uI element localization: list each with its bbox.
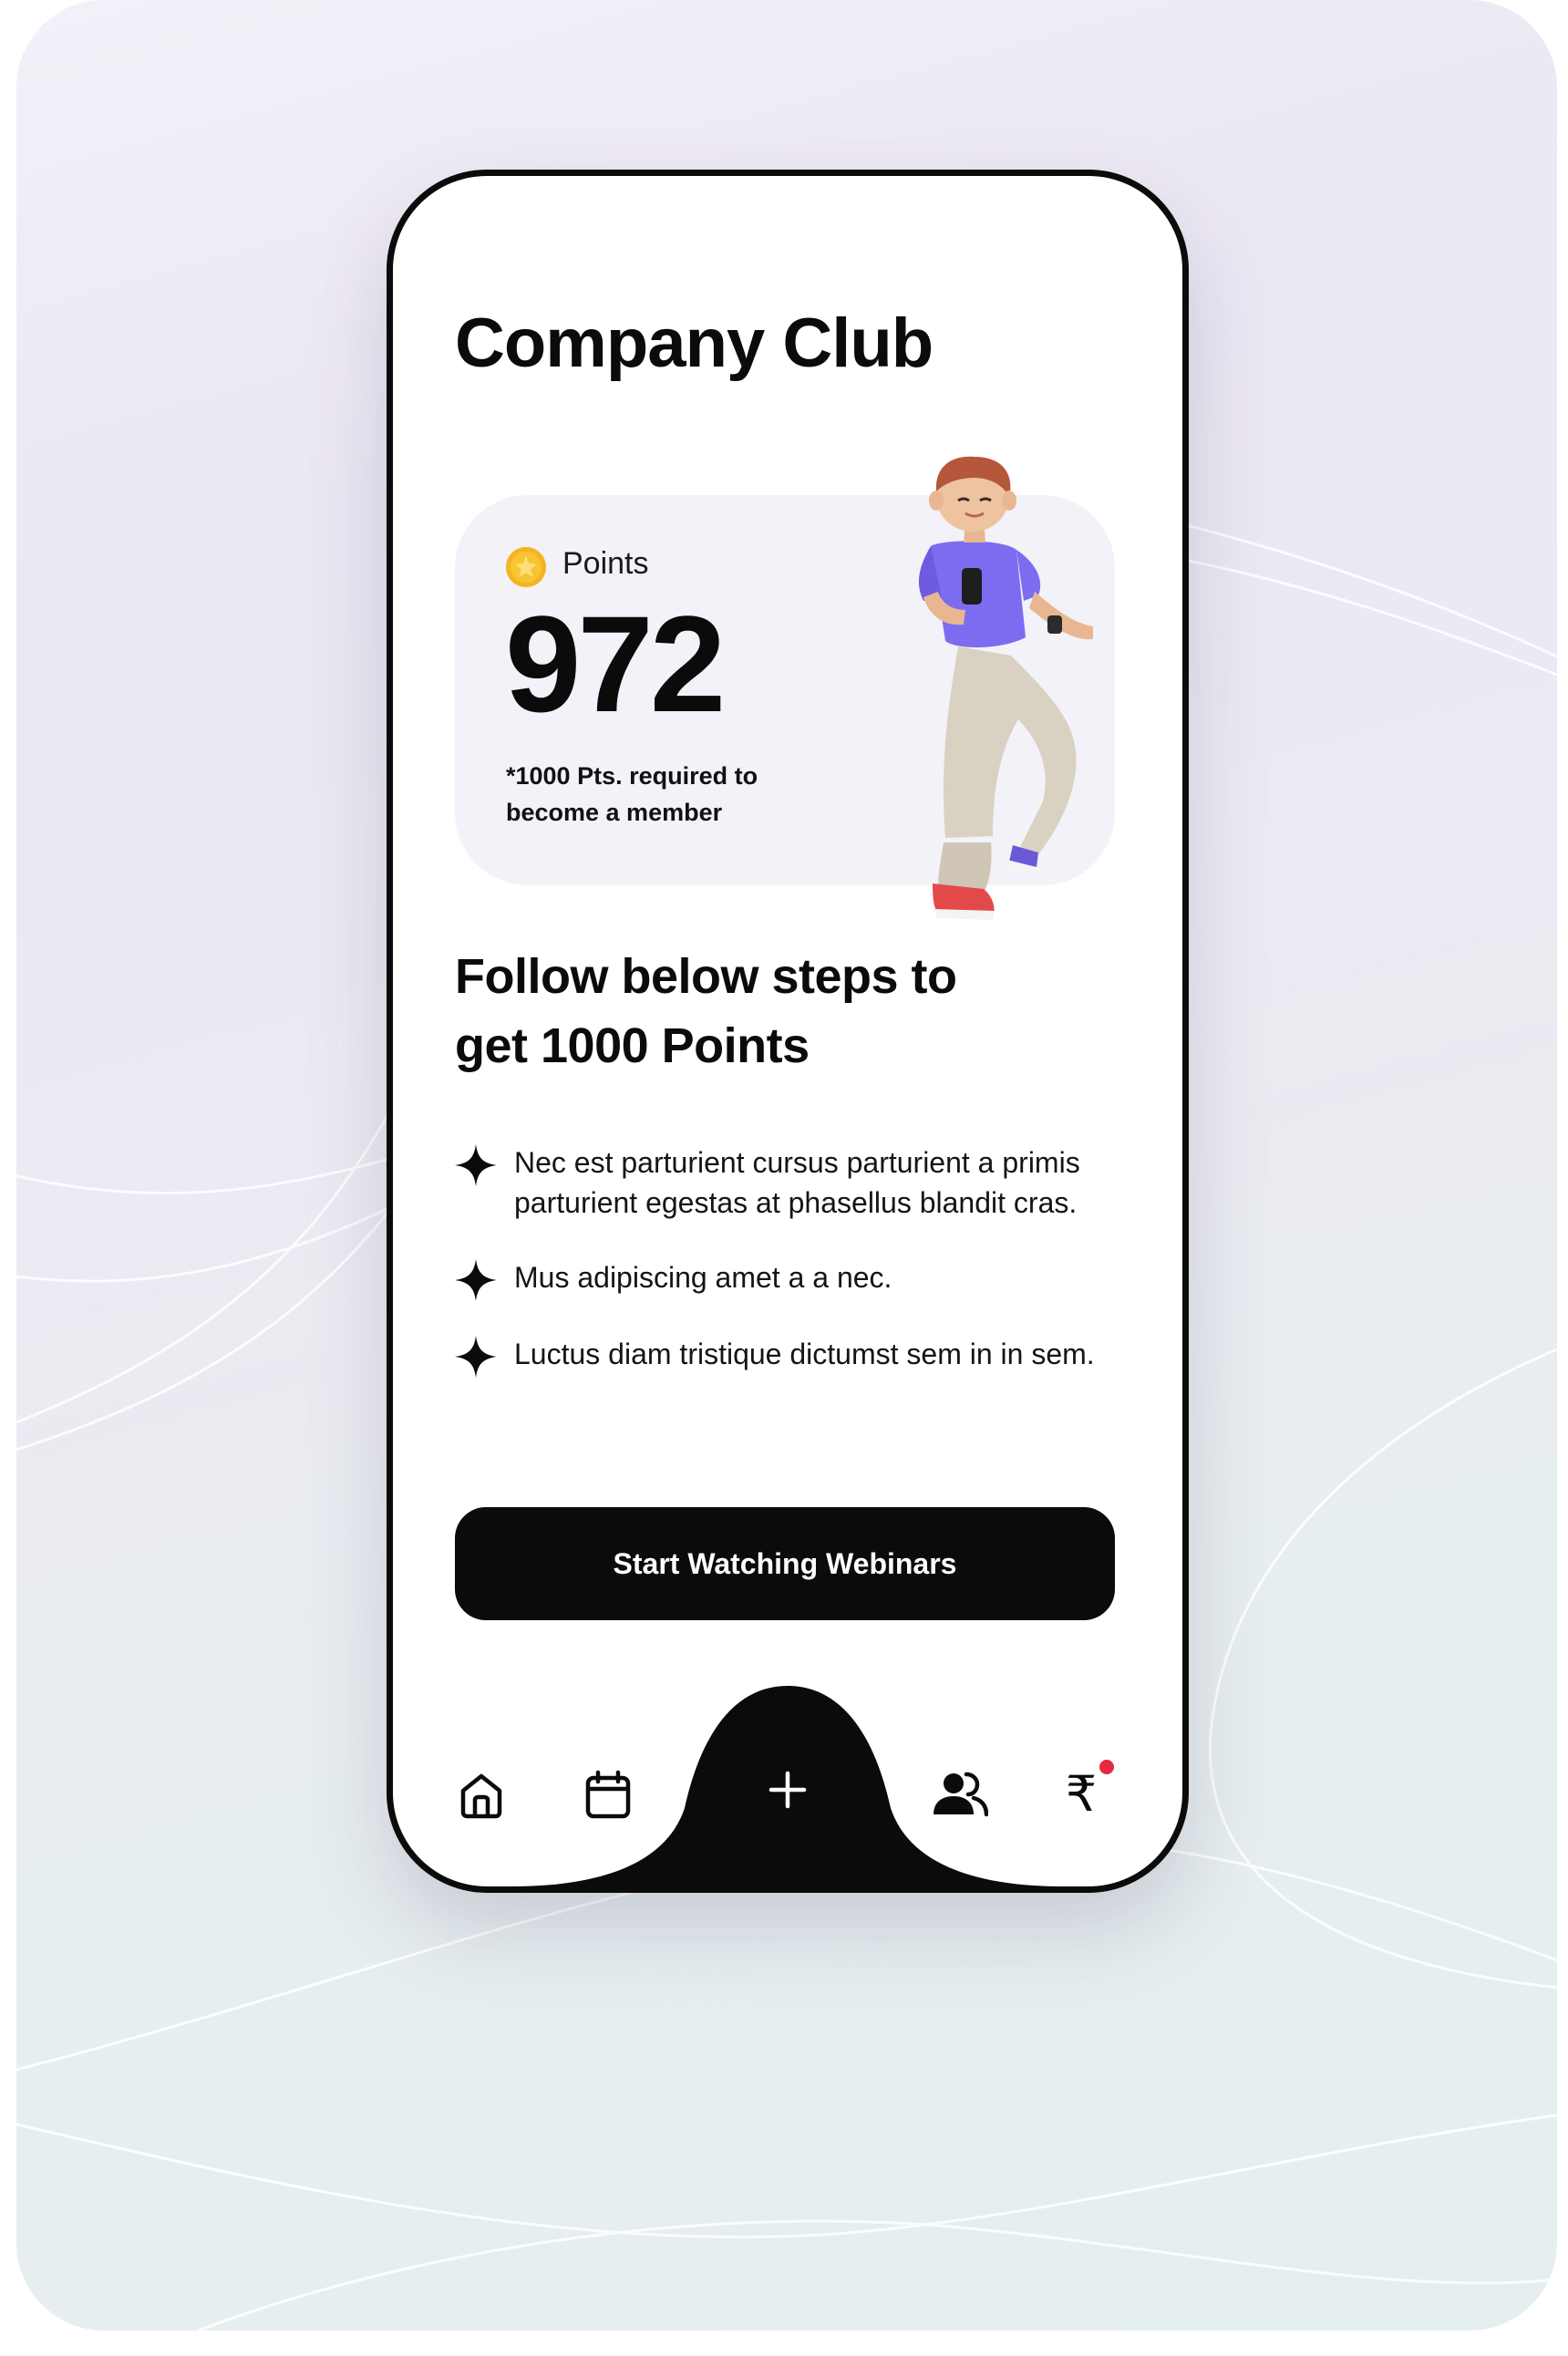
membership-requirement-note: *1000 Pts. required to become a member — [506, 762, 758, 826]
step-text: Mus adipiscing amet a a nec. — [514, 1261, 892, 1294]
nav-home-button[interactable] — [445, 1758, 518, 1831]
points-label: Points — [562, 546, 649, 581]
coin-star-icon — [506, 547, 546, 587]
users-icon — [934, 1772, 988, 1817]
start-watching-webinars-button[interactable]: Start Watching Webinars — [455, 1507, 1115, 1620]
background-canvas: Company Club Points 972 *1000 Pts. requi… — [16, 0, 1557, 2330]
sparkle-icon — [455, 1259, 497, 1301]
character-illustration — [918, 456, 1093, 920]
steps-heading: Follow below steps to get 1000 Points — [455, 949, 957, 1073]
page-title: Company Club — [455, 305, 934, 382]
nav-add-button[interactable] — [751, 1749, 824, 1831]
nav-calendar-button[interactable] — [572, 1758, 645, 1831]
list-item: Nec est parturient cursus parturient a p… — [455, 1142, 1130, 1223]
step-text: Luctus diam tristique dictumst sem in in… — [514, 1338, 1095, 1370]
list-item: Luctus diam tristique dictumst sem in in… — [455, 1334, 1130, 1378]
calendar-icon — [585, 1770, 631, 1819]
sparkle-icon — [455, 1336, 497, 1378]
list-item: Mus adipiscing amet a a nec. — [455, 1257, 1130, 1301]
nav-wallet-button[interactable]: ₹ — [1045, 1758, 1118, 1831]
home-icon — [460, 1773, 502, 1819]
phone-frame: Company Club Points 972 *1000 Pts. requi… — [387, 170, 1189, 1893]
rupee-icon: ₹ — [1065, 1765, 1098, 1823]
points-value: 972 — [505, 587, 726, 740]
sparkle-icon — [455, 1144, 497, 1186]
bottom-navigation: ₹ — [393, 1653, 1182, 1886]
steps-list: Nec est parturient cursus parturient a p… — [455, 1142, 1130, 1378]
nav-community-button[interactable] — [923, 1758, 996, 1831]
plus-icon — [769, 1771, 807, 1809]
notification-dot — [1099, 1760, 1114, 1774]
step-text: Nec est parturient cursus parturient a p… — [514, 1146, 1080, 1219]
